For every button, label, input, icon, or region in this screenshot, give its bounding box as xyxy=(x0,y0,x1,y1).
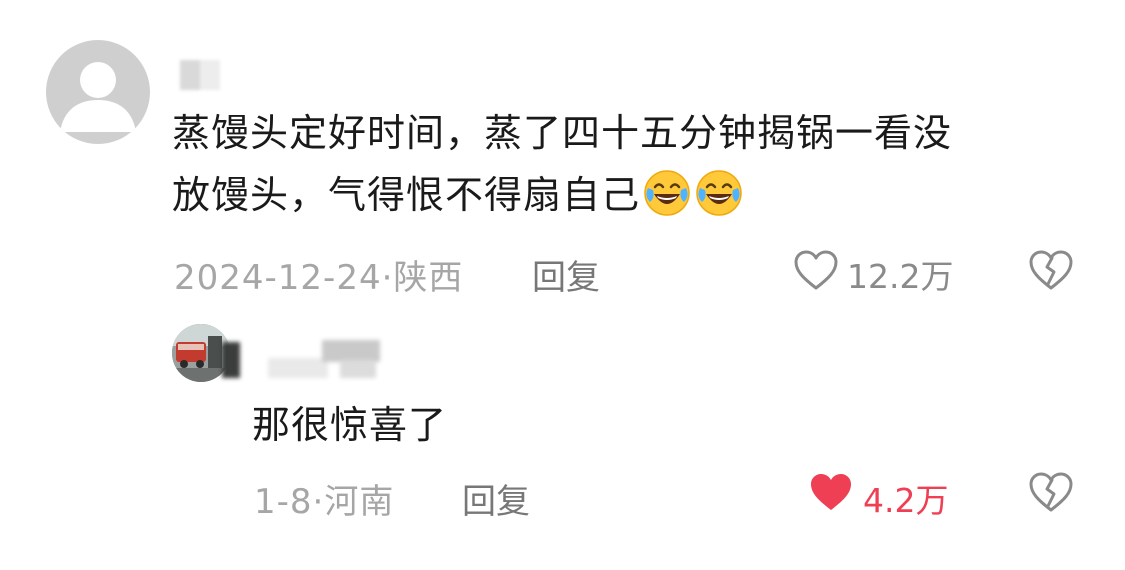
reply-like-count: 4.2万 xyxy=(863,481,949,520)
heart-filled-icon xyxy=(811,474,851,510)
comment-text-line-1: 蒸馒头定好时间，蒸了四十五分钟揭锅一看没 xyxy=(172,111,953,155)
meta-separator: · xyxy=(381,258,394,298)
reply-text: 那很惊喜了 xyxy=(252,403,448,447)
reply-dislike-button[interactable] xyxy=(1028,470,1074,516)
like-button[interactable] xyxy=(793,248,839,294)
heart-outline-icon xyxy=(794,250,838,290)
default-avatar-icon xyxy=(60,62,136,132)
reply-date: 1-8 xyxy=(254,482,313,522)
laugh-cry-emoji-icon xyxy=(696,170,742,216)
comment-text-line-2: 放馒头，气得恨不得扇自己 xyxy=(172,164,1072,226)
comment-location: 陕西 xyxy=(393,258,464,298)
username-blurred[interactable] xyxy=(180,60,220,90)
comment-date: 2024-12-24 xyxy=(174,258,382,298)
laugh-cry-emoji-icon xyxy=(644,170,690,216)
reply-like-button[interactable] xyxy=(808,470,854,516)
broken-heart-icon xyxy=(1029,472,1073,512)
reply-username-blurred[interactable] xyxy=(222,340,382,380)
dislike-button[interactable] xyxy=(1028,248,1074,294)
broken-heart-icon xyxy=(1029,250,1073,290)
comment-text-line-2-content: 放馒头，气得恨不得扇自己 xyxy=(172,173,641,217)
like-count: 12.2万 xyxy=(847,257,954,296)
avatar[interactable] xyxy=(46,40,150,144)
reply-reply-button[interactable]: 回复 xyxy=(462,474,530,523)
reply-location: 河南 xyxy=(324,482,395,522)
comment-meta: 2024-12-24·陕西 xyxy=(174,250,463,299)
comment-text: 蒸馒头定好时间，蒸了四十五分钟揭锅一看没 放馒头，气得恨不得扇自己 xyxy=(172,102,1072,226)
reply-button[interactable]: 回复 xyxy=(532,250,600,299)
reply-meta: 1-8·河南 xyxy=(254,474,394,523)
meta-separator: · xyxy=(312,482,325,522)
